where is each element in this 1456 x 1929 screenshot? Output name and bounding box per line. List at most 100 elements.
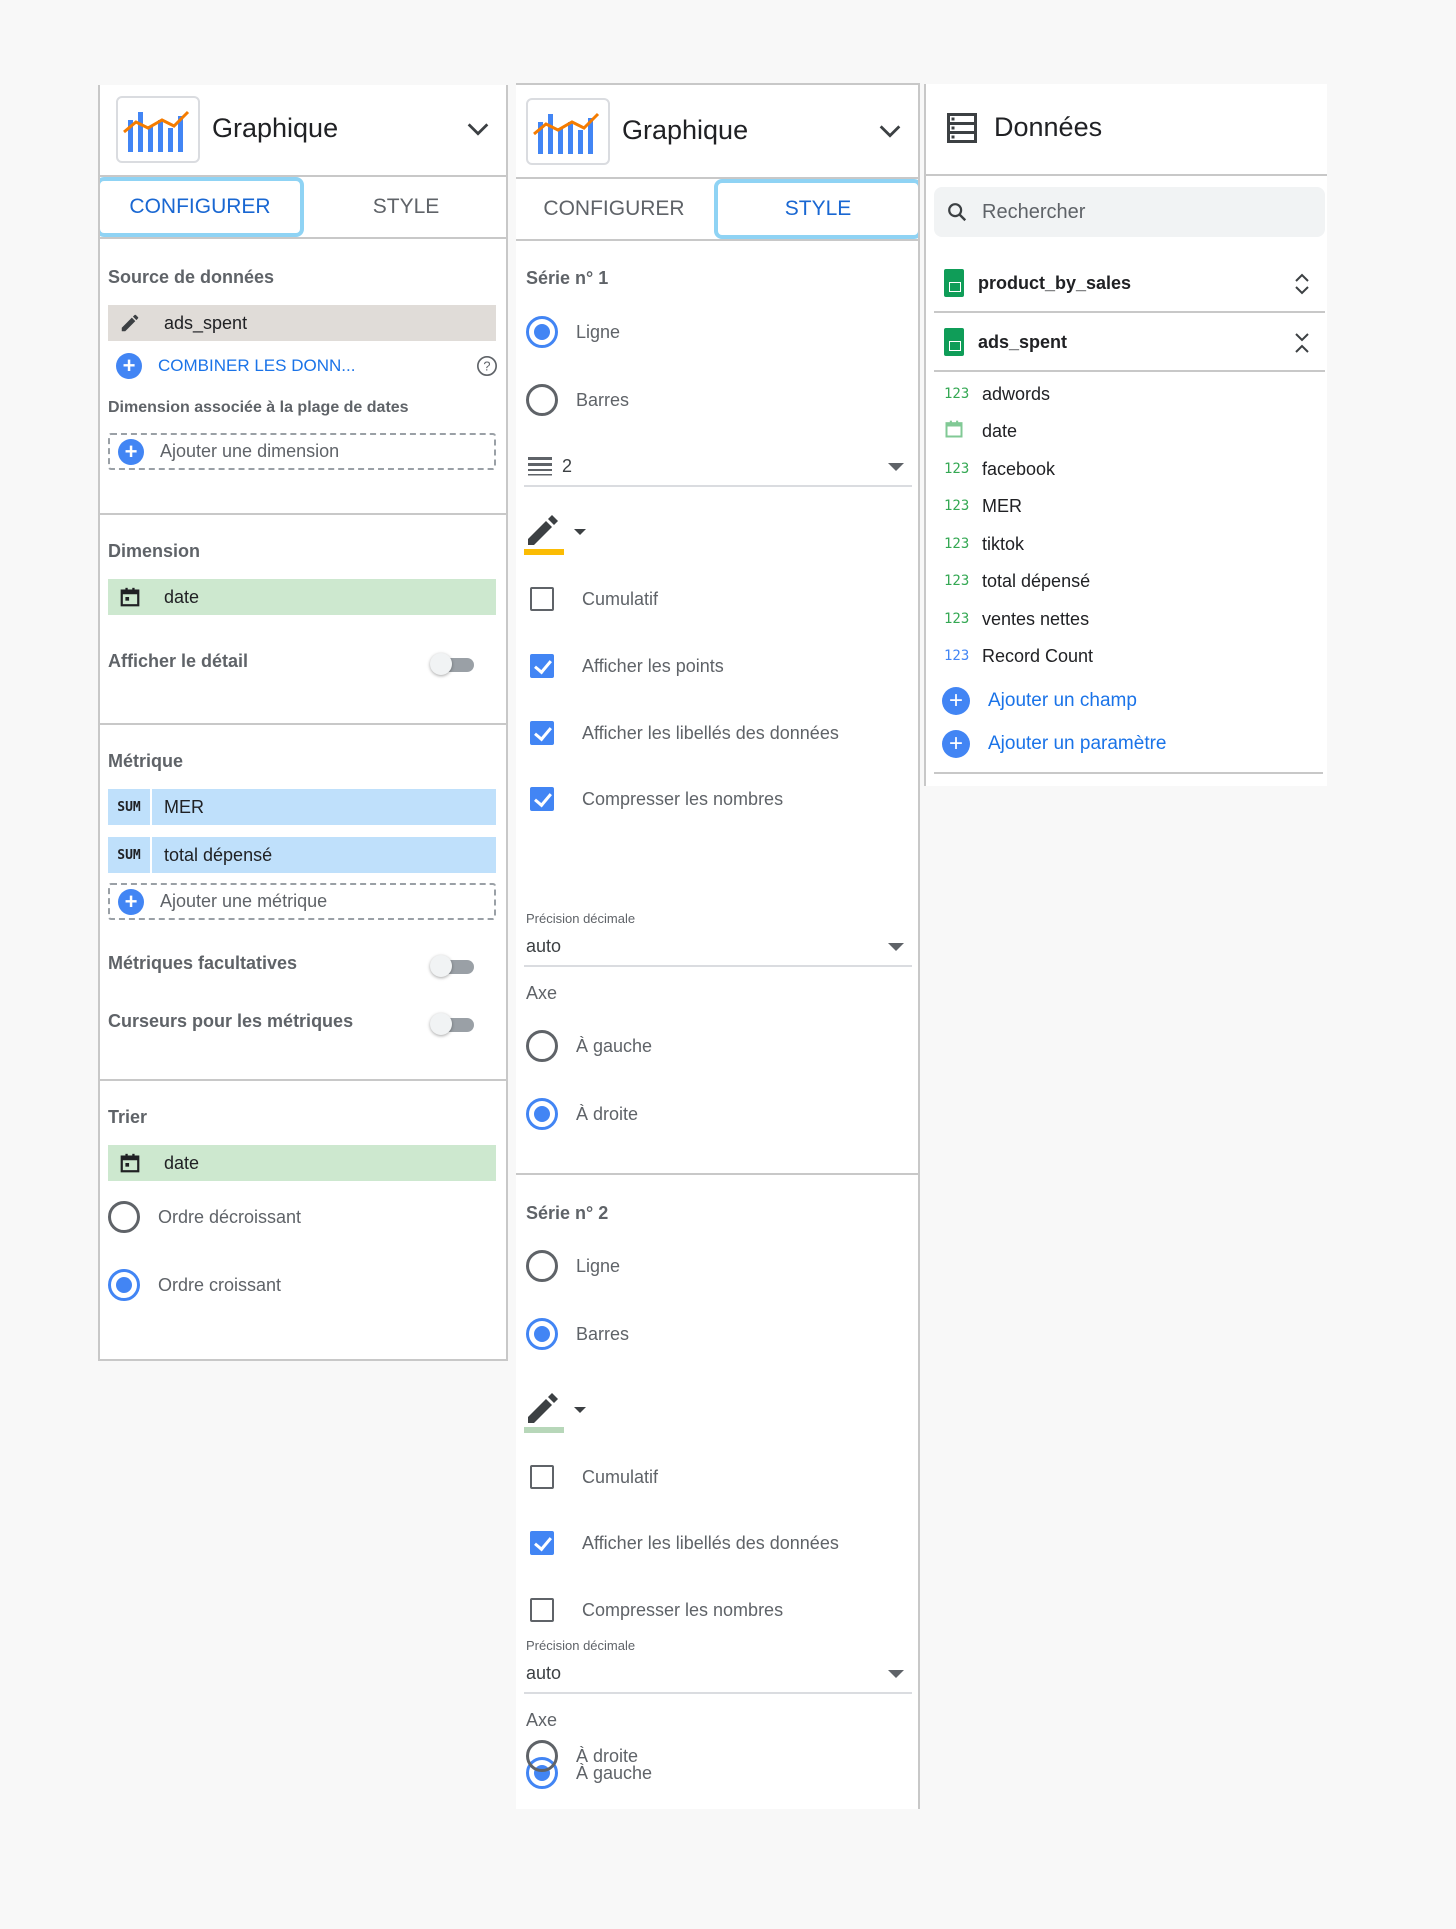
series-1-decimal-precision-select[interactable]: auto [524, 927, 912, 967]
chart-type-header[interactable]: Graphique [100, 85, 506, 177]
calendar-icon [108, 579, 152, 615]
number-type-icon: 123 [944, 611, 970, 627]
series-1-axis-right-radio[interactable]: À droite [526, 1094, 638, 1134]
data-panel-header: Données [926, 84, 1327, 176]
metric-chip[interactable]: SUM MER [108, 789, 496, 825]
data-source-chip[interactable]: ads_spent [108, 305, 496, 341]
series-1-show-points-checkbox[interactable]: Afficher les points [526, 646, 724, 686]
radio-button[interactable] [108, 1201, 140, 1233]
series-1-line-weight-select[interactable]: 2 [524, 447, 912, 487]
help-icon[interactable]: ? [476, 355, 498, 377]
series-1-compact-numbers-checkbox[interactable]: Compresser les nombres [526, 779, 783, 819]
series-1-bars-radio[interactable]: Barres [526, 380, 629, 420]
checkbox[interactable] [530, 587, 554, 611]
dimension-chip[interactable]: date [108, 579, 496, 615]
search-input[interactable]: Rechercher [934, 187, 1325, 237]
checkbox[interactable] [530, 1465, 554, 1489]
series-2-bars-radio[interactable]: Barres [526, 1314, 629, 1354]
checkbox[interactable] [530, 721, 554, 745]
blend-data-button[interactable]: + COMBINER LES DONN... [116, 351, 355, 381]
aggregation-badge[interactable]: SUM [108, 837, 152, 873]
series-2-line-radio[interactable]: Ligne [526, 1246, 620, 1286]
add-icon: + [942, 687, 970, 715]
series-2-axis-right-radio[interactable]: À droite [526, 1736, 638, 1776]
cumulative-label: Cumulatif [582, 1466, 659, 1487]
style-panel: Graphique CONFIGURER STYLE Série n° 1 Li… [516, 83, 920, 1809]
expand-icon[interactable] [1293, 272, 1311, 296]
add-parameter-button[interactable]: + Ajouter un paramètre [942, 729, 1167, 759]
sort-field-name: date [164, 1152, 200, 1173]
radio-button[interactable] [108, 1269, 140, 1301]
metric-sliders-toggle[interactable] [430, 1013, 476, 1035]
add-icon: + [118, 438, 144, 465]
pencil-icon[interactable] [108, 305, 152, 341]
series-2-cumulative-checkbox[interactable]: Cumulatif [526, 1457, 658, 1497]
caret-down-icon [888, 463, 904, 471]
section-divider [100, 1079, 506, 1081]
pencil-color-icon [524, 515, 586, 555]
field-name: date [982, 420, 1018, 441]
field-item[interactable]: 123 adwords [934, 379, 1050, 409]
metric-label: Métrique [108, 751, 184, 771]
series-2-show-labels-checkbox[interactable]: Afficher les libellés des données [526, 1523, 839, 1563]
add-icon: + [942, 730, 970, 758]
metric-chip[interactable]: SUM total dépensé [108, 837, 496, 873]
field-item[interactable]: 123 facebook [934, 454, 1055, 484]
add-metric-button[interactable]: + Ajouter une métrique [108, 883, 496, 920]
chart-type-header[interactable]: Graphique [516, 87, 918, 179]
axis-right-label: À droite [576, 1103, 639, 1124]
decimal-precision-label: Précision décimale [526, 1638, 636, 1653]
number-type-icon: 123 [944, 386, 970, 402]
radio-button[interactable] [526, 1098, 558, 1130]
data-source-label: Source de données [108, 267, 275, 287]
radio-button[interactable] [526, 1740, 558, 1772]
radio-button[interactable] [526, 316, 558, 348]
chevron-down-icon[interactable] [876, 117, 904, 145]
section-divider [100, 723, 506, 725]
field-item[interactable]: 123 Record Count [934, 641, 1093, 671]
radio-button[interactable] [526, 1030, 558, 1062]
field-item[interactable]: 123 total dépensé [934, 566, 1090, 596]
sort-desc-radio[interactable]: Ordre décroissant [108, 1197, 301, 1237]
data-source-row[interactable]: product_by_sales [934, 255, 1325, 313]
sort-asc-radio[interactable]: Ordre croissant [108, 1265, 281, 1305]
radio-button[interactable] [526, 1318, 558, 1350]
optional-metrics-toggle[interactable] [430, 955, 476, 977]
section-divider [934, 772, 1323, 774]
blend-data-label: COMBINER LES DONN... [158, 356, 356, 375]
series-1-line-radio[interactable]: Ligne [526, 312, 620, 352]
aggregation-badge[interactable]: SUM [108, 789, 152, 825]
field-item[interactable]: date [934, 416, 1017, 446]
series-1-cumulative-checkbox[interactable]: Cumulatif [526, 579, 658, 619]
tab-style[interactable]: STYLE [714, 179, 918, 239]
decimal-precision-label: Précision décimale [526, 911, 636, 926]
chevron-down-icon[interactable] [464, 115, 492, 143]
checkbox[interactable] [530, 654, 554, 678]
tab-configurer[interactable]: CONFIGURER [516, 179, 712, 239]
series-2-decimal-precision-select[interactable]: auto [524, 1654, 912, 1694]
add-field-button[interactable]: + Ajouter un champ [942, 686, 1137, 716]
field-item[interactable]: 123 tiktok [934, 529, 1024, 559]
series-1-show-labels-checkbox[interactable]: Afficher les libellés des données [526, 713, 839, 753]
tab-style[interactable]: STYLE [304, 177, 506, 237]
series-1-axis-left-radio[interactable]: À gauche [526, 1026, 652, 1066]
radio-button[interactable] [526, 384, 558, 416]
sort-field-chip[interactable]: date [108, 1145, 496, 1181]
checkbox[interactable] [530, 787, 554, 811]
checkbox[interactable] [530, 1531, 554, 1555]
data-source-row[interactable]: ads_spent [934, 314, 1325, 372]
radio-button[interactable] [526, 1250, 558, 1282]
axis-label: Axe [526, 983, 558, 1003]
series-2-compact-numbers-checkbox[interactable]: Compresser les nombres [526, 1590, 783, 1630]
series-1-color-picker[interactable] [522, 513, 592, 557]
field-item[interactable]: 123 MER [934, 491, 1022, 521]
tab-configurer[interactable]: CONFIGURER [100, 177, 304, 237]
collapse-icon[interactable] [1293, 331, 1311, 355]
drill-down-toggle[interactable] [430, 653, 476, 675]
pencil-color-icon [524, 1393, 586, 1433]
add-date-dimension-button[interactable]: + Ajouter une dimension [108, 433, 496, 470]
field-item[interactable]: 123 ventes nettes [934, 604, 1089, 634]
checkbox[interactable] [530, 1598, 554, 1622]
panel-tabs: CONFIGURER STYLE [100, 177, 506, 239]
series-2-color-picker[interactable] [522, 1391, 592, 1435]
